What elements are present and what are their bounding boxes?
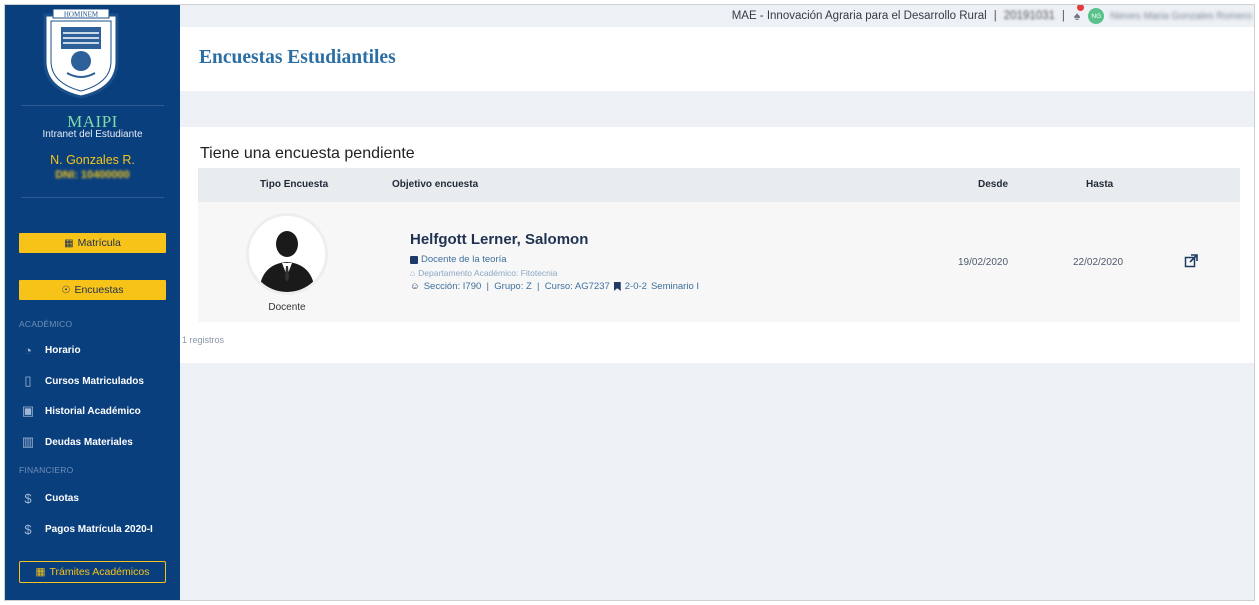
- university-logo: HOMINEM: [27, 8, 135, 99]
- money-hand-icon: $: [24, 521, 32, 537]
- institution-icon: ⌂: [410, 268, 416, 278]
- sidebar-item-historial[interactable]: ▣ Historial Académico: [19, 401, 169, 421]
- table-header: Tipo Encuesta Objetivo encuesta Desde Ha…: [198, 168, 1240, 202]
- records-count: 1 registros: [182, 335, 225, 345]
- grid-icon: ▦: [64, 237, 74, 249]
- matricula-label: Matrícula: [77, 237, 121, 249]
- department-text: Departamento Académico: Fitotecnia: [418, 268, 558, 278]
- header-desde: Desde: [978, 179, 1009, 190]
- header-objetivo: Objetivo encuesta: [392, 179, 479, 190]
- notification-dot: [1077, 5, 1085, 11]
- main-content: MAE - Innovación Agraria para el Desarro…: [180, 5, 1254, 600]
- teacher-role: Docente de la teoría: [410, 254, 507, 265]
- sidebar-item-label: Horario: [45, 344, 81, 356]
- sidebar-item-label: Historial Académico: [45, 405, 141, 417]
- bookmark-icon: [613, 282, 621, 291]
- external-link-icon[interactable]: [1184, 254, 1198, 268]
- section-text: Sección: I790 | Grupo: Z | Curso: AG7237: [423, 281, 610, 292]
- user-fullname[interactable]: Nieves Maria Gonzales Romero: [1110, 11, 1252, 22]
- sidebar-item-label: Deudas Materiales: [45, 436, 133, 448]
- sidebar-item-label: Cuotas: [45, 492, 79, 504]
- user-short-name: N. Gonzales R.: [50, 153, 135, 167]
- id-card-icon: ▣: [21, 403, 35, 418]
- svg-text:HOMINEM: HOMINEM: [64, 11, 99, 19]
- section-financiero: FINANCIERO: [19, 465, 74, 475]
- sidebar-item-cursos[interactable]: ▯ Cursos Matriculados: [19, 371, 169, 391]
- separator: |: [993, 10, 997, 22]
- users-icon: ☉: [61, 284, 71, 296]
- course-name: Seminario I: [650, 281, 700, 292]
- sidebar-divider: [21, 105, 164, 106]
- encuestas-label: Encuestas: [74, 284, 124, 296]
- separator: |: [1061, 10, 1065, 22]
- desde-date: 19/02/2020: [958, 257, 1009, 268]
- header-tipo: Tipo Encuesta: [260, 179, 329, 190]
- tramites-label: Trámites Académicos: [49, 566, 150, 578]
- matricula-button[interactable]: ▦ Matrícula: [19, 233, 166, 253]
- program-name: MAE - Innovación Agraria para el Desarro…: [731, 10, 987, 22]
- app-window: HOMINEM MAIPI Intranet del Estudiante N.…: [4, 4, 1255, 601]
- survey-card: Tiene una encuesta pendiente Tipo Encues…: [180, 127, 1254, 363]
- tramites-button[interactable]: ▦ Trámites Académicos: [19, 561, 166, 583]
- teacher-department: ⌂ Departamento Académico: Fitotecnia: [410, 268, 558, 278]
- header-hasta: Hasta: [1086, 179, 1114, 190]
- table-row: Docente Helfgott Lerner, Salomon Docente…: [198, 202, 1240, 322]
- sidebar-item-cuotas[interactable]: $ Cuotas: [19, 488, 169, 508]
- page-title: Encuestas Estudiantiles: [199, 47, 396, 68]
- sidebar-item-deudas[interactable]: ▥ Deudas Materiales: [19, 432, 169, 452]
- app-subtitle: Intranet del Estudiante: [42, 129, 143, 140]
- users-icon: ☺: [410, 281, 420, 292]
- grid-icon: ▦: [35, 566, 46, 578]
- sidebar-divider: [21, 197, 164, 198]
- sidebar-item-label: Cursos Matriculados: [45, 375, 144, 387]
- student-code: 20191031: [1003, 10, 1055, 22]
- money-hand-icon: $: [24, 490, 32, 506]
- top-bar: MAE - Innovación Agraria para el Desarro…: [180, 5, 1254, 27]
- teacher-photo: [246, 213, 328, 295]
- clock-icon: ◔: [24, 342, 32, 358]
- avatar[interactable]: NG: [1088, 8, 1105, 24]
- book-icon: [410, 255, 418, 264]
- course-code: 2-0-2: [624, 281, 647, 292]
- teacher-name: Helfgott Lerner, Salomon: [410, 231, 589, 248]
- book-open-icon: ▥: [21, 434, 35, 449]
- sidebar-item-pagos[interactable]: $ Pagos Matrícula 2020-I: [19, 519, 169, 539]
- sidebar-item-label: Pagos Matrícula 2020-I: [45, 523, 153, 535]
- encuestas-button[interactable]: ☉ Encuestas: [19, 280, 166, 300]
- course-info: ☺ Sección: I790 | Grupo: Z | Curso: AG72…: [410, 281, 699, 292]
- sidebar: HOMINEM MAIPI Intranet del Estudiante N.…: [5, 5, 180, 600]
- page-header: Encuestas Estudiantiles: [180, 27, 1254, 91]
- section-academico: ACADÉMICO: [19, 319, 73, 329]
- bell-icon[interactable]: ♠: [1074, 5, 1085, 23]
- bookmark-icon: ▯: [24, 373, 32, 388]
- sidebar-item-horario[interactable]: ◔ Horario: [19, 340, 169, 360]
- hasta-date: 22/02/2020: [1073, 257, 1124, 268]
- role-text: Docente de la teoría: [421, 254, 507, 265]
- user-dni: DNI: 10400000: [55, 169, 130, 181]
- card-title: Tiene una encuesta pendiente: [200, 145, 415, 162]
- survey-type-label: Docente: [268, 302, 306, 313]
